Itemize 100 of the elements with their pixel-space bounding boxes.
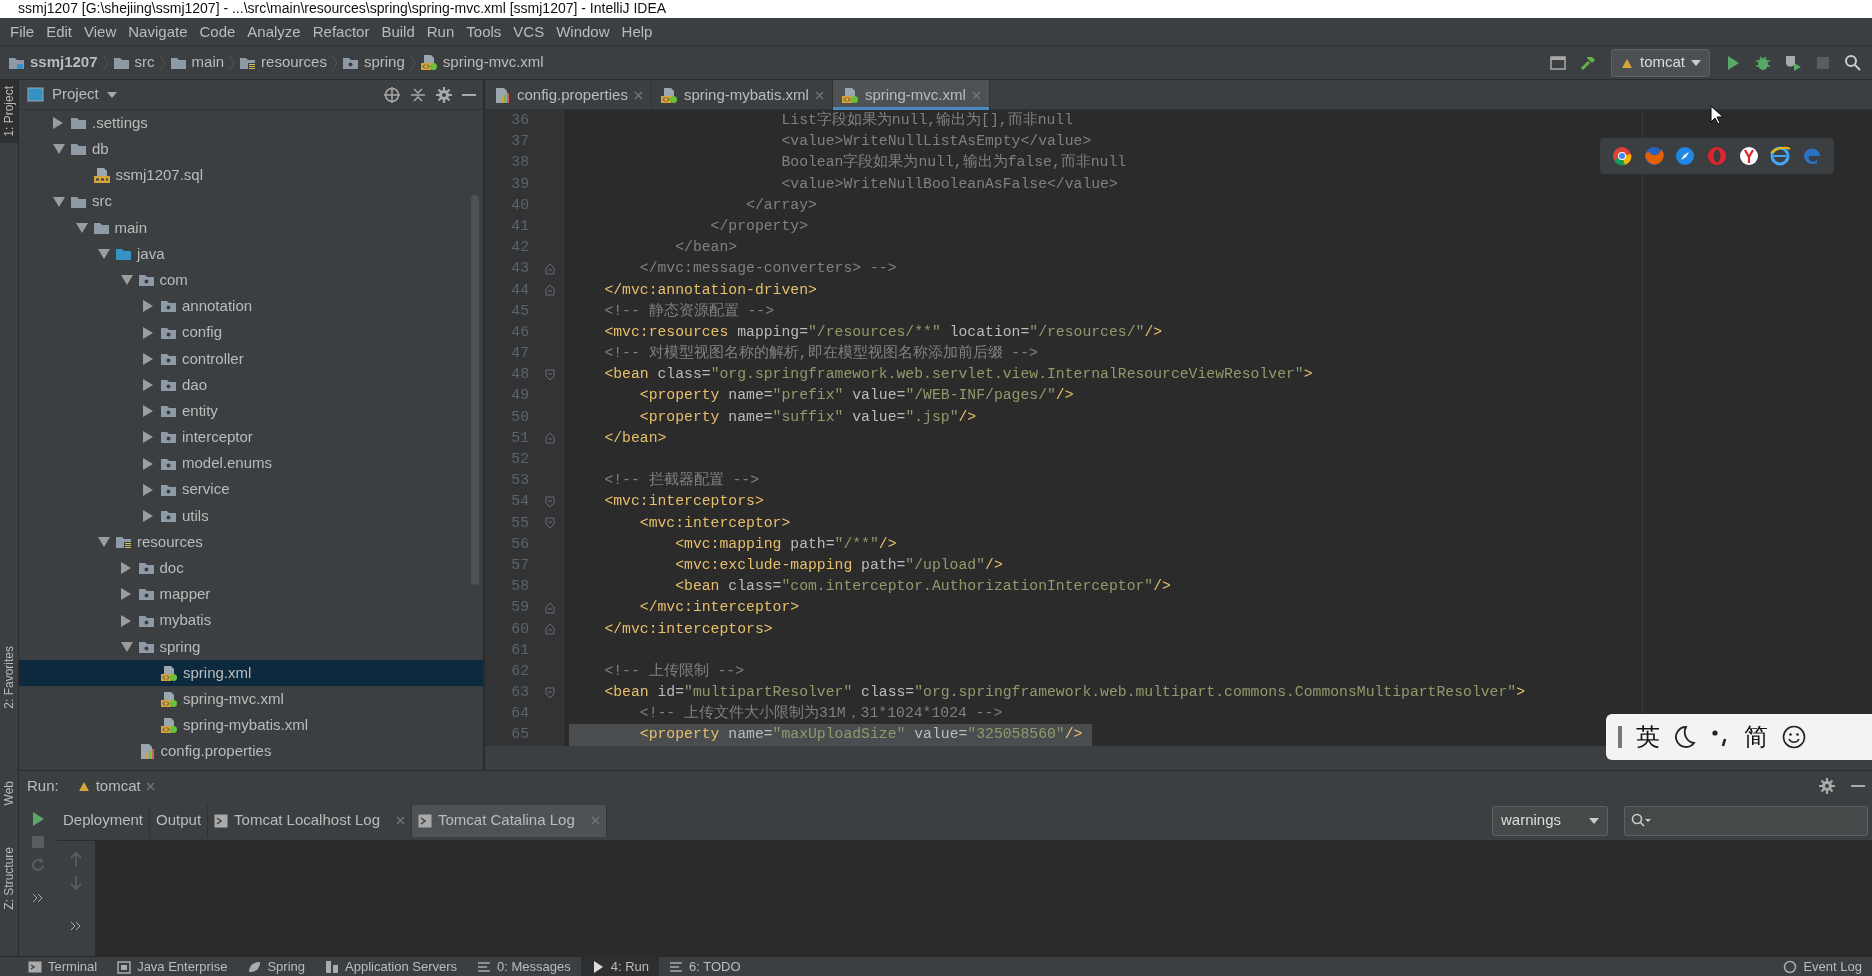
run-config-dropdown[interactable]: tomcat: [1611, 48, 1710, 77]
ime-script-toggle[interactable]: 简: [1744, 719, 1768, 755]
close-icon[interactable]: [633, 90, 643, 100]
settings-icon[interactable]: [1818, 777, 1836, 795]
tree-item[interactable]: com: [19, 267, 483, 294]
expanded-arrow-icon[interactable]: [53, 144, 65, 155]
filter-dropdown[interactable]: warnings: [1492, 805, 1608, 836]
close-icon[interactable]: [396, 816, 405, 825]
breadcrumb-item[interactable]: spring-mvc.xml: [415, 51, 548, 74]
collapsed-arrow-icon[interactable]: [143, 300, 153, 313]
expand-icon[interactable]: [70, 921, 82, 931]
breadcrumb-item[interactable]: resources: [235, 51, 331, 74]
collapsed-arrow-icon[interactable]: [143, 457, 153, 470]
editor-tab[interactable]: config.properties: [485, 80, 652, 110]
search-icon[interactable]: [1844, 53, 1862, 72]
tree-item[interactable]: utils: [19, 502, 483, 529]
collapsed-arrow-icon[interactable]: [143, 326, 153, 339]
tree-item[interactable]: controller: [19, 345, 483, 372]
tree-item[interactable]: dao: [19, 371, 483, 399]
menu-item[interactable]: Run: [420, 18, 461, 45]
breadcrumb-item[interactable]: src: [108, 51, 159, 74]
breadcrumb-item[interactable]: main: [165, 51, 229, 74]
log-tab[interactable]: Tomcat Catalina Log: [412, 804, 607, 837]
menu-item[interactable]: Window: [550, 18, 616, 45]
tree-item[interactable]: mybatis: [19, 607, 483, 634]
menu-item[interactable]: Code: [193, 18, 242, 45]
collapsed-arrow-icon[interactable]: [120, 588, 131, 601]
tool-window-tab[interactable]: Web: [0, 774, 18, 812]
expanded-arrow-icon[interactable]: [120, 641, 133, 652]
tool-window-button[interactable]: 0: Messages: [467, 956, 581, 976]
project-view-dropdown[interactable]: Project: [27, 83, 117, 106]
browser-icon[interactable]: [1769, 145, 1792, 167]
tree-item[interactable]: doc: [19, 555, 483, 582]
shield-play-icon[interactable]: [1784, 53, 1802, 72]
menu-item[interactable]: Navigate: [122, 18, 194, 45]
close-icon[interactable]: [145, 781, 155, 791]
tree-item[interactable]: service: [19, 476, 483, 503]
collapsed-arrow-icon[interactable]: [143, 483, 153, 496]
collapse-all-icon[interactable]: [409, 85, 427, 104]
tree-item[interactable]: spring.xml: [19, 659, 483, 687]
collapsed-arrow-icon[interactable]: [143, 352, 153, 365]
expanded-arrow-icon[interactable]: [120, 275, 133, 286]
breadcrumb-item[interactable]: spring: [337, 51, 409, 74]
tool-window-tab[interactable]: Z: Structure: [0, 841, 18, 916]
ime-mode-toggle[interactable]: 英: [1636, 719, 1660, 755]
tree-item[interactable]: entity: [19, 398, 483, 425]
window-icon[interactable]: [1550, 55, 1566, 70]
log-tab[interactable]: Output: [150, 804, 209, 837]
run-tab[interactable]: tomcat: [66, 771, 165, 801]
tree-item[interactable]: config.properties: [19, 738, 483, 765]
tool-window-button[interactable]: Java Enterprise: [107, 956, 238, 976]
tree-item[interactable]: spring: [19, 633, 483, 660]
collapsed-arrow-icon[interactable]: [53, 117, 63, 130]
menu-item[interactable]: View: [78, 18, 123, 45]
expanded-arrow-icon[interactable]: [75, 222, 88, 233]
tool-window-button[interactable]: Terminal: [18, 956, 108, 976]
menu-item[interactable]: Analyze: [241, 18, 307, 45]
collapsed-arrow-icon[interactable]: [120, 614, 131, 627]
locate-icon[interactable]: [383, 85, 401, 104]
collapsed-arrow-icon[interactable]: [143, 509, 153, 522]
expanded-arrow-icon[interactable]: [98, 249, 110, 260]
tool-window-button[interactable]: Application Servers: [315, 956, 468, 976]
editor-tab[interactable]: spring-mvc.xml: [832, 80, 990, 110]
tree-item[interactable]: ssmj1207.sql: [19, 162, 483, 189]
search-field[interactable]: [1624, 805, 1868, 836]
expand-icon[interactable]: [32, 893, 44, 903]
settings-icon[interactable]: [435, 85, 453, 104]
event-log-button[interactable]: Event Log: [1773, 956, 1872, 976]
tool-window-button[interactable]: 6: TODO: [659, 956, 751, 976]
menu-item[interactable]: File: [4, 18, 41, 45]
tree-item[interactable]: main: [19, 214, 483, 241]
run-icon[interactable]: [30, 811, 46, 827]
tree-item[interactable]: spring-mybatis.xml: [19, 712, 483, 739]
tool-window-tab[interactable]: 1: Project: [0, 80, 18, 143]
tree-item[interactable]: java: [19, 240, 483, 268]
menu-item[interactable]: Build: [375, 18, 421, 45]
smiley-icon[interactable]: [1782, 725, 1806, 749]
editor-tab[interactable]: spring-mybatis.xml: [651, 80, 833, 110]
breadcrumb-item[interactable]: ssmj1207: [4, 51, 102, 74]
bug-icon[interactable]: [1754, 53, 1772, 72]
grip-icon[interactable]: [1618, 726, 1622, 748]
collapsed-arrow-icon[interactable]: [143, 431, 153, 444]
tree-item[interactable]: interceptor: [19, 424, 483, 451]
tree-item[interactable]: resources: [19, 529, 483, 556]
tool-window-button[interactable]: 4: Run: [580, 956, 660, 976]
moon-icon[interactable]: [1674, 725, 1696, 749]
tool-window-tab[interactable]: 2: Favorites: [0, 640, 18, 715]
menu-item[interactable]: Help: [615, 18, 659, 45]
tree-item[interactable]: annotation: [19, 293, 483, 320]
close-icon[interactable]: [814, 90, 824, 100]
menu-item[interactable]: Tools: [460, 18, 508, 45]
tree-item[interactable]: db: [19, 136, 483, 163]
collapsed-arrow-icon[interactable]: [120, 562, 131, 575]
collapsed-arrow-icon[interactable]: [143, 378, 153, 391]
expanded-arrow-icon[interactable]: [53, 196, 65, 207]
browser-icon[interactable]: [1674, 145, 1697, 167]
menu-item[interactable]: Edit: [40, 18, 79, 45]
browser-icon[interactable]: [1737, 145, 1760, 167]
tree-item[interactable]: config: [19, 319, 483, 346]
tree-item[interactable]: spring-mvc.xml: [19, 686, 483, 713]
